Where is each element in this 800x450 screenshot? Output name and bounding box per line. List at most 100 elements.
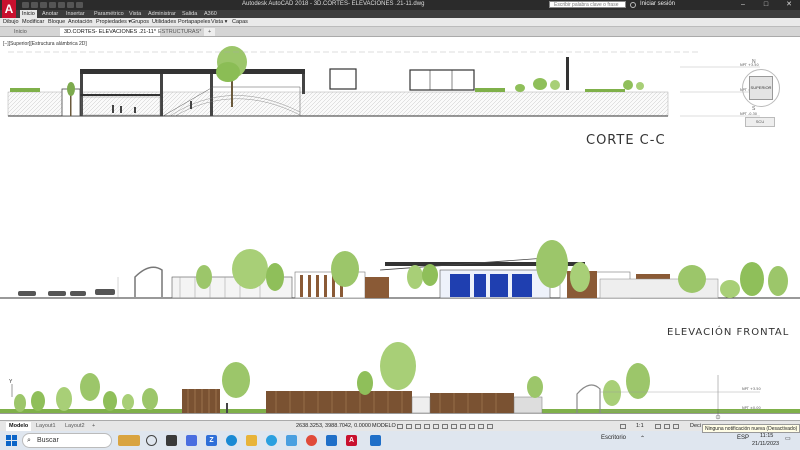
autocad-logo[interactable]: A: [2, 0, 16, 18]
new-icon[interactable]: [22, 2, 29, 8]
save-as-icon[interactable]: [49, 2, 56, 8]
3d-osnap-icon[interactable]: [478, 424, 484, 429]
polar-icon[interactable]: [424, 424, 430, 429]
snap-icon[interactable]: [406, 424, 412, 429]
viewcube[interactable]: N SUPERIOR S SCU: [735, 59, 785, 129]
tab-insertar[interactable]: Insertar: [66, 11, 85, 17]
save-icon[interactable]: [40, 2, 47, 8]
panel-portapapeles[interactable]: Portapapeles: [178, 19, 210, 25]
taskbar-search-label: Buscar: [37, 437, 59, 444]
file-tab-bar: Inicio 3D.CORTES- ELEVACIONES .21-11* ES…: [0, 27, 800, 37]
autocad-taskbar-icon[interactable]: A: [346, 435, 357, 446]
file-tab-inicio[interactable]: Inicio: [10, 28, 31, 36]
panel-utilidades[interactable]: Utilidades: [152, 19, 176, 25]
otrack-icon[interactable]: [442, 424, 448, 429]
taskbar-search[interactable]: ⌕ Buscar: [22, 433, 112, 448]
windows-start-icon[interactable]: [6, 435, 17, 446]
task-view-icon[interactable]: [146, 435, 157, 446]
print-icon[interactable]: [58, 2, 65, 8]
store-icon[interactable]: [286, 435, 297, 446]
zoom-icon[interactable]: Z: [206, 435, 217, 446]
annotation-scale[interactable]: 1:1: [636, 423, 644, 429]
grid-icon[interactable]: [397, 424, 403, 429]
panel-vista[interactable]: Vista ▾: [211, 19, 227, 25]
panel-dibujo[interactable]: Dibujo: [3, 19, 19, 25]
redo-icon[interactable]: [76, 2, 83, 8]
elevation-1: [0, 240, 800, 299]
isolate-objects-icon[interactable]: [673, 424, 679, 429]
edge-icon[interactable]: [226, 435, 237, 446]
viewcube-south[interactable]: S: [752, 106, 755, 112]
svg-text:Y: Y: [9, 379, 13, 385]
undo-icon[interactable]: [67, 2, 74, 8]
elevation-2: NPT +3.50 NPT ±0.00 Y: [0, 342, 800, 420]
chrome-icon[interactable]: [306, 435, 317, 446]
tab-vista[interactable]: Vista: [129, 11, 141, 17]
workspace-gear-icon[interactable]: [655, 424, 661, 429]
annotation-monitor-icon[interactable]: [664, 424, 670, 429]
tab-parametrico[interactable]: Paramétrico: [94, 11, 124, 17]
file-tab-estructuras[interactable]: ESTRUCTURAS*: [154, 28, 205, 36]
settings-icon[interactable]: [266, 435, 277, 446]
coordinates-readout[interactable]: 2638.3253, 3988.7042, 0.0000: [296, 423, 371, 429]
drawing-svg: NPT +3.50NPT ±0.00NPT -0.30: [0, 46, 800, 420]
units-readout[interactable]: Deci: [690, 423, 701, 429]
annotation-icon[interactable]: [620, 424, 626, 429]
osnap-icon[interactable]: [433, 424, 439, 429]
tab-anotar[interactable]: Anotar: [42, 11, 58, 17]
open-icon[interactable]: [31, 2, 38, 8]
weather-widget-icon[interactable]: [118, 435, 140, 446]
tray-chevron-icon[interactable]: ⌃: [640, 435, 645, 442]
caption-elevacion-frontal: ELEVACIÓN FRONTAL: [667, 327, 790, 338]
tab-inicio[interactable]: Inicio: [20, 10, 37, 18]
section-cc: NPT +3.50NPT ±0.00NPT -0.30: [7, 46, 760, 117]
selection-cycling-icon[interactable]: [469, 424, 475, 429]
tab-salida[interactable]: Salida: [182, 11, 197, 17]
dynamic-ucs-icon[interactable]: [487, 424, 493, 429]
panel-capas[interactable]: Capas: [232, 19, 248, 25]
photos-icon[interactable]: [370, 435, 381, 446]
minimize-button[interactable]: –: [732, 0, 754, 10]
viewcube-north[interactable]: N: [752, 59, 756, 65]
desktop-toolbar[interactable]: Escritorio: [601, 435, 626, 441]
model-space-toggle[interactable]: MODELO: [372, 423, 396, 429]
language-indicator[interactable]: ESP: [737, 435, 749, 441]
file-explorer-icon[interactable]: [246, 435, 257, 446]
new-tab-button[interactable]: +: [204, 28, 216, 36]
panel-bloque[interactable]: Bloque: [48, 19, 65, 25]
ortho-icon[interactable]: [415, 424, 421, 429]
media-icon[interactable]: [166, 435, 177, 446]
ribbon-panel-row: Dibujo Modificar Bloque Anotación Propie…: [0, 18, 800, 27]
panel-anotacion[interactable]: Anotación: [68, 19, 92, 25]
word-icon[interactable]: [326, 435, 337, 446]
layout-tab-layout1[interactable]: Layout1: [33, 422, 59, 431]
file-tab-cortes[interactable]: 3D.CORTES- ELEVACIONES .21-11*: [60, 28, 161, 36]
wcs-menu[interactable]: SCU: [745, 117, 775, 127]
panel-grupos[interactable]: Grupos: [131, 19, 149, 25]
panel-propiedades[interactable]: Propiedades ▾: [96, 19, 131, 25]
caption-corte-cc: CORTE C-C: [586, 133, 666, 148]
tab-a360[interactable]: A360: [204, 11, 217, 17]
add-layout-button[interactable]: +: [89, 422, 98, 431]
clock-date[interactable]: 21/11/2023: [752, 441, 779, 447]
viewcube-face[interactable]: SUPERIOR: [749, 76, 773, 100]
clock-time[interactable]: 11:15: [760, 433, 773, 439]
model-space-canvas[interactable]: [−][Superior][Estructura alámbrica 2D] N…: [0, 37, 800, 420]
search-input[interactable]: Escribir palabra clave o frase: [549, 1, 626, 8]
notification-tooltip: Ninguna notificación nueva (Desactivado): [702, 424, 800, 433]
transparency-icon[interactable]: [460, 424, 466, 429]
notifications-icon[interactable]: ▭: [785, 435, 791, 442]
maximize-button[interactable]: □: [755, 0, 777, 10]
window-title: Autodesk AutoCAD 2018 - 3D.CORTES- ELEVA…: [242, 1, 425, 7]
layout-tab-layout2[interactable]: Layout2: [62, 422, 88, 431]
panel-modificar[interactable]: Modificar: [22, 19, 44, 25]
close-button[interactable]: ✕: [778, 0, 800, 10]
teams-icon[interactable]: [186, 435, 197, 446]
signin-link[interactable]: Iniciar sesión: [640, 1, 675, 7]
windows-taskbar: ⌕ Buscar Z A Escritorio ⌃ ESP 11:15 21/1…: [0, 431, 800, 450]
svg-text:NPT +3.50: NPT +3.50: [742, 387, 761, 391]
user-icon[interactable]: [630, 2, 636, 8]
tab-administrar[interactable]: Administrar: [148, 11, 176, 17]
lineweight-icon[interactable]: [451, 424, 457, 429]
layout-tab-modelo[interactable]: Modelo: [6, 422, 32, 431]
